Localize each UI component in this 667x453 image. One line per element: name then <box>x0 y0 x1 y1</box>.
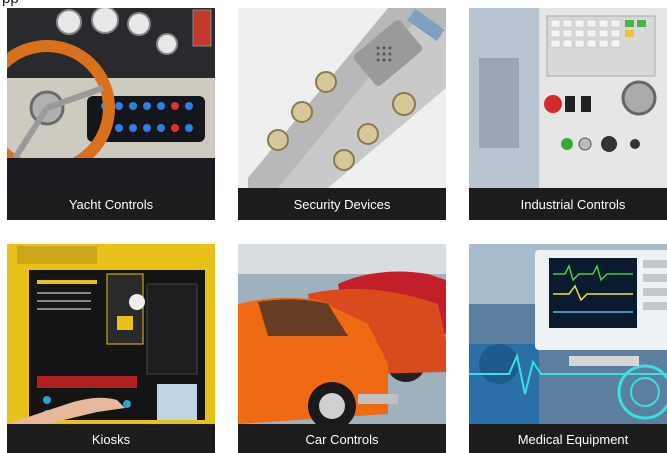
yacht-helm-image <box>7 8 215 188</box>
tile-kiosks[interactable]: Kiosks <box>7 244 215 453</box>
cnc-control-panel-image <box>469 8 667 188</box>
tile-label: Kiosks <box>7 425 215 453</box>
classic-cars-image <box>238 244 446 424</box>
tile-industrial-controls[interactable]: Industrial Controls <box>469 8 667 220</box>
tile-label: Security Devices <box>238 188 446 220</box>
tile-yacht-controls[interactable]: Yacht Controls <box>7 8 215 220</box>
tile-car-controls[interactable]: Car Controls <box>238 244 446 453</box>
tile-security-devices[interactable]: Security Devices <box>238 8 446 220</box>
section-heading: pp <box>2 0 19 7</box>
tile-label: Industrial Controls <box>469 188 667 220</box>
kiosk-image <box>7 244 215 424</box>
intercom-panel-image <box>238 8 446 188</box>
tile-label: Medical Equipment <box>469 425 667 453</box>
tile-label: Yacht Controls <box>7 188 215 220</box>
tile-medical-equipment[interactable]: Medical Equipment <box>469 244 667 453</box>
tile-label: Car Controls <box>238 425 446 453</box>
medical-monitor-image <box>469 244 667 424</box>
